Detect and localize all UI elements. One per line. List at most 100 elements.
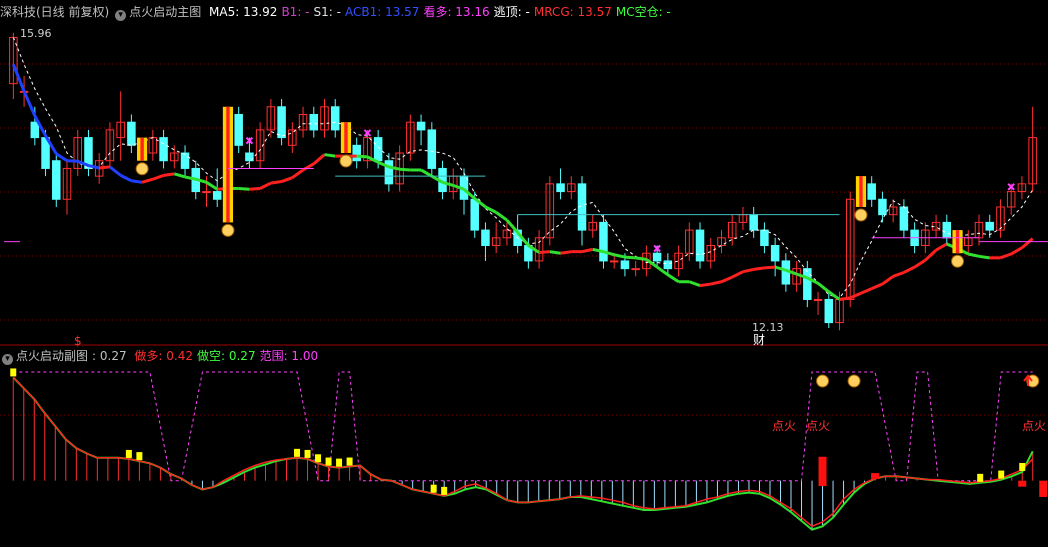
indicator-value-item: 做多: 0.42 — [134, 349, 193, 363]
trend-line-segment — [312, 153, 326, 165]
signal-bar-core — [344, 122, 348, 154]
trend-line-segment — [613, 253, 626, 259]
signal-label: 点火 — [772, 419, 796, 433]
trend-line-segment — [259, 181, 272, 190]
candle-body — [749, 214, 758, 231]
chevron-down-icon[interactable]: ▾ — [2, 354, 13, 365]
candle-body — [470, 198, 479, 231]
candle-body — [609, 260, 619, 263]
trend-line-segment — [667, 273, 680, 283]
candle-body — [620, 260, 630, 270]
candle-body — [202, 191, 211, 194]
trend-line-segment — [999, 252, 1012, 260]
trend-line-segment — [1020, 237, 1034, 249]
trend-line-segment — [688, 280, 701, 288]
candle-body — [899, 206, 909, 231]
low-price-tag: 财 — [753, 333, 765, 347]
money-bag-icon — [221, 223, 235, 237]
trend-line-segment — [495, 211, 508, 222]
ma5-line — [12, 37, 1034, 299]
trend-line-segment — [238, 186, 250, 191]
candle-body — [416, 121, 426, 131]
candle-body — [309, 113, 319, 131]
main-chart-header: 深科技(日线 前复权) ▾ 点火启动主图 MA5: 13.92 B1: - S1: -A… — [0, 3, 679, 21]
candle-body — [352, 144, 361, 162]
sub-chart — [10, 368, 1048, 531]
chevron-down-icon[interactable]: ▾ — [115, 10, 127, 21]
money-bag-icon — [339, 154, 353, 168]
signal-marker — [325, 457, 332, 466]
chart-canvas: 15.96 12.13 财 $ 点火 点火 点火 — [0, 27, 1048, 531]
indicator-value-item: MA5: 13.92 — [209, 5, 278, 19]
signal-marker — [294, 448, 301, 457]
trend-line-segment — [635, 256, 647, 261]
signal-marker — [136, 452, 143, 461]
signal-marker — [441, 486, 448, 495]
trend-line-segment — [1010, 246, 1023, 256]
signal-marker — [315, 454, 322, 463]
main-indicator-values: MA5: 13.92 B1: - S1: - ACB1: 13.57 看多: 13.16… — [209, 5, 675, 19]
indicator-value-item: ACB1: 13.57 — [344, 5, 420, 19]
trend-line-segment — [742, 267, 754, 274]
short-line — [12, 376, 1034, 531]
money-bag-icon — [816, 374, 830, 388]
trend-line-segment — [581, 247, 594, 254]
indicator-value-item: 逃顶: - — [493, 5, 530, 19]
money-bag-icon — [951, 254, 965, 268]
candle-body — [652, 252, 662, 262]
candle-body — [481, 229, 490, 247]
money-bag-icon — [847, 374, 861, 388]
candle-body — [159, 137, 168, 162]
trend-line-segment — [163, 172, 175, 177]
signal-marker — [304, 449, 311, 458]
signal-marker — [336, 458, 343, 467]
dollar-marker: $ — [74, 334, 82, 348]
candle-body — [813, 298, 823, 301]
trend-line-segment — [324, 153, 336, 158]
trend-line-segment — [356, 154, 368, 159]
candle-body — [330, 106, 340, 131]
trend-line-segment — [764, 265, 776, 270]
candle-body — [985, 221, 994, 231]
trend-line-segment — [978, 254, 990, 260]
candle-body — [277, 106, 286, 139]
trend-line-segment — [871, 282, 884, 291]
money-bag-icon — [135, 162, 149, 176]
candle-body — [180, 152, 190, 169]
range-line — [13, 371, 1033, 482]
stock-title: 深科技(日线 前复权) — [0, 5, 110, 19]
money-bag-icon — [854, 208, 868, 222]
signal-bar-core — [226, 106, 230, 223]
annotations: 15.96 12.13 财 $ 点火 点火 点火 — [20, 27, 1046, 433]
candle-body — [942, 221, 952, 239]
candle-body — [824, 298, 834, 324]
signal-marker — [430, 484, 437, 493]
trend-line-segment — [849, 291, 862, 300]
indicator-value-item: B1: - — [281, 5, 310, 19]
alert-block — [1039, 480, 1048, 497]
trend-line-segment — [538, 250, 550, 254]
signal-marker — [1019, 462, 1026, 471]
alert-block — [871, 473, 880, 480]
trend-line-segment — [731, 270, 744, 279]
trend-line-segment — [860, 287, 873, 295]
trend-line-segment — [270, 180, 282, 185]
trend-line-segment — [699, 282, 711, 288]
alert-block — [818, 456, 827, 487]
trend-line-segment — [710, 280, 722, 286]
trend-line-segment — [173, 172, 186, 179]
candle-body — [770, 245, 780, 262]
trend-line-segment — [420, 168, 433, 178]
sub-indicator-value: : 0.27 — [92, 349, 127, 363]
trend-line-segment — [913, 258, 927, 269]
sub-indicator-name: 点火启动副图 — [16, 349, 89, 363]
signal-label: 点火 — [806, 419, 830, 433]
trend-line-segment — [249, 186, 261, 191]
trend-line-segment — [281, 176, 293, 183]
candle-body — [878, 198, 887, 216]
candle-body — [599, 221, 608, 262]
trend-line-segment — [302, 162, 315, 172]
main-indicator-name: 点火启动主图 — [129, 5, 202, 19]
high-price-label: 15.96 — [20, 27, 52, 40]
trend-line-segment — [560, 250, 572, 255]
